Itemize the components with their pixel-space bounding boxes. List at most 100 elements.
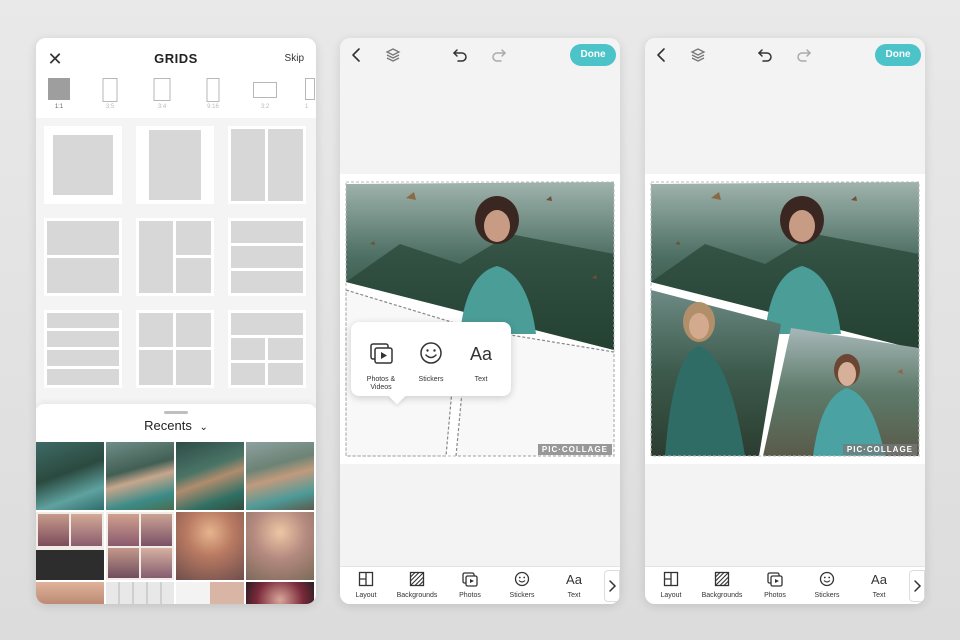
text-icon: Aa <box>566 572 582 587</box>
toolbar-text[interactable]: Aa Text <box>853 570 905 604</box>
toolbar-text[interactable]: Aa Text <box>548 570 600 604</box>
watermark: PIC·COLLAGE <box>537 444 612 455</box>
aspect-ratio-selector: 1:1 3:5 3:4 9:16 3:2 1 <box>36 78 316 118</box>
grid-layout-option[interactable] <box>136 310 214 388</box>
svg-text:Aa: Aa <box>566 572 582 587</box>
ratio-label: 1:1 <box>54 104 64 110</box>
grid-layout-option[interactable] <box>228 218 306 296</box>
photo-thumbnail[interactable] <box>176 582 244 604</box>
add-stickers-button[interactable]: Stickers <box>407 338 455 392</box>
grid-layout-list <box>36 118 316 408</box>
toolbar-label: Backgrounds <box>396 592 438 599</box>
grids-header: ✕ GRIDS Skip <box>36 38 316 80</box>
toolbar-label: Layout <box>355 592 377 599</box>
toolbar-more-button[interactable] <box>909 570 925 602</box>
redo-icon[interactable] <box>490 46 508 64</box>
chevron-right-icon <box>609 580 617 592</box>
grid-layout-option[interactable] <box>44 310 122 388</box>
photo-thumbnail[interactable] <box>106 582 174 604</box>
photo-thumbnail[interactable] <box>36 512 104 580</box>
sticker-smiley-icon <box>420 342 442 364</box>
ratio-more[interactable]: 1 <box>293 78 316 118</box>
photo-thumbnail[interactable] <box>106 442 174 510</box>
undo-icon[interactable] <box>451 46 469 64</box>
toolbar-label: Stickers <box>509 592 535 599</box>
toolbar-layout[interactable]: Layout <box>340 570 392 604</box>
photo-thumbnail[interactable] <box>176 512 244 580</box>
backgrounds-icon <box>714 571 730 587</box>
svg-text:Aa: Aa <box>470 344 493 364</box>
redo-icon[interactable] <box>795 46 813 64</box>
add-content-popup: Photos & Videos Stickers Aa Text <box>351 322 511 405</box>
ratio-3-4[interactable]: 3:4 <box>139 78 185 118</box>
done-button[interactable]: Done <box>875 44 921 66</box>
watermark: PIC·COLLAGE <box>842 444 917 455</box>
ratio-3-5[interactable]: 3:5 <box>87 78 133 118</box>
ratio-1-1[interactable]: 1:1 <box>36 78 82 118</box>
popup-label: Stickers <box>418 376 444 383</box>
toolbar-backgrounds[interactable]: Backgrounds <box>391 570 443 604</box>
photo-thumbnail[interactable] <box>246 442 314 510</box>
layers-icon[interactable] <box>689 46 707 64</box>
done-button[interactable]: Done <box>570 44 616 66</box>
toolbar-stickers[interactable]: Stickers <box>801 570 853 604</box>
toolbar-layout[interactable]: Layout <box>645 570 697 604</box>
text-aa-icon: Aa <box>470 344 493 364</box>
page-title: GRIDS <box>154 51 198 66</box>
collage-editor-filled: Done PIC·COLLAGE Layout Backgrounds Phot… <box>645 38 925 604</box>
album-selector[interactable]: Recents ⌄ <box>36 418 316 433</box>
back-icon[interactable] <box>348 46 366 64</box>
chevron-down-icon: ⌄ <box>199 422 208 433</box>
photos-icon <box>462 572 478 587</box>
toolbar-label: Text <box>567 592 581 599</box>
add-photos-videos-button[interactable]: Photos & Videos <box>357 338 405 392</box>
photo-thumbnail[interactable] <box>246 582 314 604</box>
toolbar-label: Photos <box>764 592 786 599</box>
grid-layout-option[interactable] <box>228 310 306 388</box>
ratio-3-2[interactable]: 3:2 <box>242 78 288 118</box>
photo-thumbnail[interactable] <box>36 442 104 510</box>
grid-layout-option[interactable] <box>136 126 214 204</box>
collage-frame <box>345 181 615 457</box>
photo-thumbnail[interactable] <box>176 442 244 510</box>
collage-editor-empty: Done PIC·COLLAGE Photos & Videos Sticker… <box>340 38 620 604</box>
toolbar-label: Backgrounds <box>701 592 743 599</box>
stickers-icon <box>514 571 530 587</box>
toolbar-photos[interactable]: Photos <box>444 570 496 604</box>
grid-layout-option[interactable] <box>136 218 214 296</box>
grid-layout-option[interactable] <box>44 126 122 204</box>
toolbar-more-button[interactable] <box>604 570 620 602</box>
ratio-label: 3:4 <box>157 104 167 110</box>
back-icon[interactable] <box>653 46 671 64</box>
layers-icon[interactable] <box>384 46 402 64</box>
add-text-button[interactable]: Aa Text <box>457 338 505 392</box>
toolbar-label: Text <box>872 592 886 599</box>
undo-icon[interactable] <box>756 46 774 64</box>
toolbar-backgrounds[interactable]: Backgrounds <box>696 570 748 604</box>
toolbar-label: Photos <box>459 592 481 599</box>
photos-videos-icon <box>370 343 393 364</box>
toolbar-label: Layout <box>660 592 682 599</box>
grid-layout-option[interactable] <box>228 126 306 204</box>
photos-icon <box>767 572 783 587</box>
ratio-label: 3:5 <box>105 104 115 110</box>
svg-text:Aa: Aa <box>871 572 887 587</box>
collage-canvas: PIC·COLLAGE <box>340 174 620 464</box>
photo-thumbnail[interactable] <box>36 582 104 604</box>
grid-layout-option[interactable] <box>44 218 122 296</box>
text-icon: Aa <box>871 572 887 587</box>
backgrounds-icon <box>409 571 425 587</box>
photo-thumbnail[interactable] <box>246 512 314 580</box>
chevron-right-icon <box>914 580 922 592</box>
toolbar-photos[interactable]: Photos <box>749 570 801 604</box>
drag-handle[interactable] <box>164 411 188 414</box>
popup-label: Photos & Videos <box>366 376 396 391</box>
skip-button[interactable]: Skip <box>285 53 304 64</box>
ratio-9-16[interactable]: 9:16 <box>190 78 236 118</box>
toolbar-stickers[interactable]: Stickers <box>496 570 548 604</box>
album-name: Recents <box>144 418 192 433</box>
photo-thumbnail[interactable] <box>106 512 174 580</box>
photo-picker-panel: Recents ⌄ <box>36 404 316 604</box>
ratio-label: 9:16 <box>207 104 219 110</box>
ratio-label: 1 <box>305 104 309 110</box>
